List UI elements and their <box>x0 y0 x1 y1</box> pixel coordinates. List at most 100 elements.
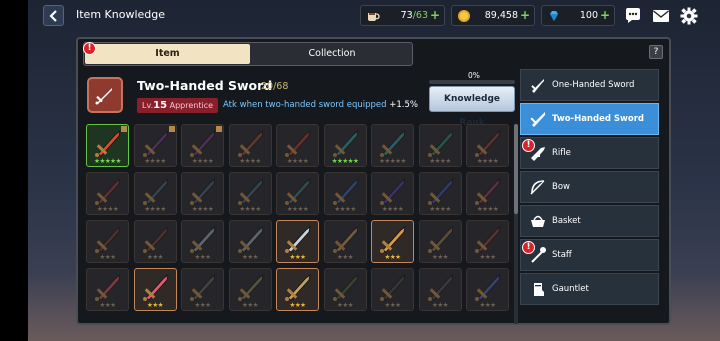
chat-button[interactable] <box>622 5 643 26</box>
item-slot[interactable]: ★★★★ <box>418 172 462 215</box>
item-slot[interactable]: ★★★★ <box>276 124 319 167</box>
category-staff[interactable]: Staff! <box>520 239 659 271</box>
item-slot[interactable]: ★★★ <box>86 268 129 311</box>
new-item-marker <box>216 126 222 132</box>
item-slot[interactable]: ★★★ <box>371 220 414 263</box>
item-slot[interactable]: ★★★★★ <box>371 124 414 167</box>
item-slot[interactable]: ★★★★ <box>228 124 272 167</box>
category-bow[interactable]: Bow <box>520 171 659 203</box>
progress-bar <box>429 80 515 84</box>
two-handed-sword-icon <box>237 130 264 157</box>
two-handed-sword-icon <box>237 274 264 301</box>
two-handed-sword-icon <box>285 130 311 157</box>
tab-item-alert-icon: ! <box>83 42 96 55</box>
category-two-handed-sword[interactable]: Two-Handed Sword <box>520 103 659 135</box>
star-rating: ★★★ <box>147 253 163 261</box>
star-rating: ★★★ <box>479 301 496 309</box>
item-slot[interactable]: ★★★ <box>181 268 224 311</box>
sword-icon <box>531 79 544 93</box>
star-rating: ★★★ <box>432 253 448 261</box>
two-handed-sword-icon <box>95 178 121 205</box>
tab-item[interactable]: Item <box>85 44 250 64</box>
two-handed-sword-category-icon <box>87 77 123 113</box>
item-slot[interactable]: ★★★★ <box>466 124 509 167</box>
item-slot[interactable]: ★★★ <box>418 220 462 263</box>
item-slot[interactable]: ★★★★ <box>323 172 367 215</box>
category-basket[interactable]: Basket <box>520 205 659 237</box>
coffee-cup-icon <box>368 13 380 21</box>
two-handed-sword-icon <box>427 274 454 301</box>
basket-icon <box>531 215 545 227</box>
category-gauntlet[interactable]: Gauntlet <box>520 273 659 305</box>
item-knowledge-panel: Item Collection ! ? Two-Handed Sword 20/… <box>76 37 671 325</box>
item-slot[interactable]: ★★★ <box>86 220 129 263</box>
item-slot[interactable]: ★★★ <box>276 268 319 311</box>
item-slot[interactable]: ★★★★★ <box>86 124 129 167</box>
tab-collection[interactable]: Collection <box>252 44 412 64</box>
add-gem-button[interactable]: + <box>600 8 610 22</box>
two-handed-sword-icon <box>285 226 311 253</box>
category-one-handed-sword[interactable]: One-Handed Sword <box>520 69 659 101</box>
category-label: Gauntlet <box>552 284 589 294</box>
item-slot[interactable]: ★★★★ <box>181 124 224 167</box>
star-rating: ★★★★ <box>429 205 451 213</box>
item-slot[interactable]: ★★★ <box>418 268 462 311</box>
knowledge-rank-button[interactable]: Knowledge Rank <box>429 86 515 128</box>
item-slot[interactable]: ★★★ <box>323 220 367 263</box>
two-handed-sword-icon <box>142 274 169 301</box>
item-slot[interactable]: ★★★★ <box>133 124 177 167</box>
bow-icon <box>530 180 545 195</box>
star-rating: ★★★★ <box>286 205 309 213</box>
item-slot[interactable]: ★★★ <box>323 268 367 311</box>
star-rating: ★★★ <box>242 301 258 309</box>
two-handed-sword-icon <box>427 178 454 205</box>
item-slot[interactable]: ★★★★ <box>133 172 177 215</box>
item-slot[interactable]: ★★★ <box>276 220 319 263</box>
item-slot[interactable]: ★★★ <box>466 220 509 263</box>
two-handed-sword-icon <box>190 274 216 301</box>
category-alert-icon: ! <box>522 139 535 152</box>
grid-scroll-thumb[interactable] <box>514 124 518 214</box>
star-rating: ★★★ <box>384 301 401 309</box>
item-slot[interactable]: ★★★★ <box>276 172 319 215</box>
item-slot[interactable]: ★★★ <box>371 268 414 311</box>
item-slot[interactable]: ★★★★★ <box>323 124 367 167</box>
category-label: Basket <box>552 216 581 226</box>
item-slot[interactable]: ★★★ <box>466 268 509 311</box>
category-rifle[interactable]: Rifle! <box>520 137 659 169</box>
item-slot[interactable]: ★★★ <box>228 268 272 311</box>
two-handed-sword-icon <box>285 274 311 301</box>
star-rating: ★★★★ <box>191 157 214 165</box>
item-count: 20/68 <box>261 81 289 92</box>
category-label: Rifle <box>552 148 571 158</box>
progress-label: 0% <box>468 71 480 80</box>
item-slot[interactable]: ★★★★ <box>228 172 272 215</box>
star-rating: ★★★★★ <box>331 157 359 165</box>
grid-scrollbar[interactable] <box>514 124 518 324</box>
two-handed-sword-icon <box>380 130 406 157</box>
chat-bubble-icon <box>625 7 640 23</box>
add-stamina-button[interactable]: + <box>430 8 440 22</box>
back-button[interactable] <box>43 5 64 26</box>
greatsword-badge-icon <box>95 88 112 105</box>
star-rating: ★★★ <box>432 301 448 309</box>
item-slot[interactable]: ★★★★ <box>371 172 414 215</box>
item-slot[interactable]: ★★★★ <box>418 124 462 167</box>
item-slot[interactable]: ★★★ <box>133 220 177 263</box>
item-slot[interactable]: ★★★★ <box>466 172 509 215</box>
item-slot[interactable]: ★★★ <box>181 220 224 263</box>
gem-value: 100 <box>579 10 598 21</box>
item-slot[interactable]: ★★★★ <box>181 172 224 215</box>
item-slot[interactable]: ★★★★ <box>86 172 129 215</box>
two-handed-sword-icon <box>475 226 501 253</box>
mail-button[interactable] <box>650 5 671 26</box>
settings-button[interactable] <box>678 5 699 26</box>
item-slot[interactable]: ★★★ <box>228 220 272 263</box>
star-rating: ★★★ <box>337 301 353 309</box>
item-slot[interactable]: ★★★ <box>133 268 177 311</box>
two-handed-sword-icon <box>237 226 264 253</box>
add-gold-button[interactable]: + <box>520 8 530 22</box>
knowledge-effect: Atk when two-handed sword equipped +1.5% <box>223 100 418 110</box>
help-button[interactable]: ? <box>649 45 663 59</box>
two-handed-sword-icon <box>190 178 216 205</box>
